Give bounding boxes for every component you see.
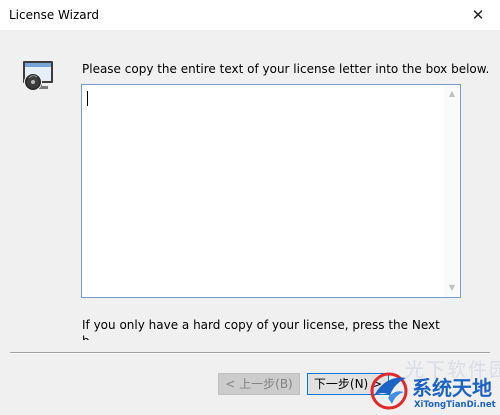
watermark-logo: 系统天地 XiTongTianDi.net — [368, 370, 500, 415]
logo-url: XiTongTianDi.net — [414, 400, 496, 410]
chevron-down-icon[interactable]: ▼ — [444, 281, 460, 295]
back-button[interactable]: < 上一步(B) — [218, 373, 300, 395]
window-title: License Wizard — [9, 8, 99, 22]
separator — [10, 352, 490, 354]
instruction-text: Please copy the entire text of your lice… — [82, 62, 490, 76]
close-icon: ✕ — [471, 6, 485, 24]
license-text-input[interactable] — [82, 85, 444, 297]
title-bar: License Wizard ✕ — [0, 0, 500, 30]
logo-title: 系统天地 — [412, 376, 492, 400]
computer-disc-icon — [23, 61, 53, 91]
chevron-up-icon[interactable]: ▲ — [444, 87, 460, 101]
hint-text-cut-line: b — [82, 335, 282, 340]
close-button[interactable]: ✕ — [456, 0, 500, 30]
bird-logo-icon — [370, 372, 408, 410]
hint-text: If you only have a hard copy of your lic… — [82, 318, 440, 332]
vertical-scrollbar[interactable]: ▲ ▼ — [444, 85, 460, 297]
text-caret — [87, 91, 88, 106]
license-text-area[interactable]: ▲ ▼ — [81, 84, 461, 298]
